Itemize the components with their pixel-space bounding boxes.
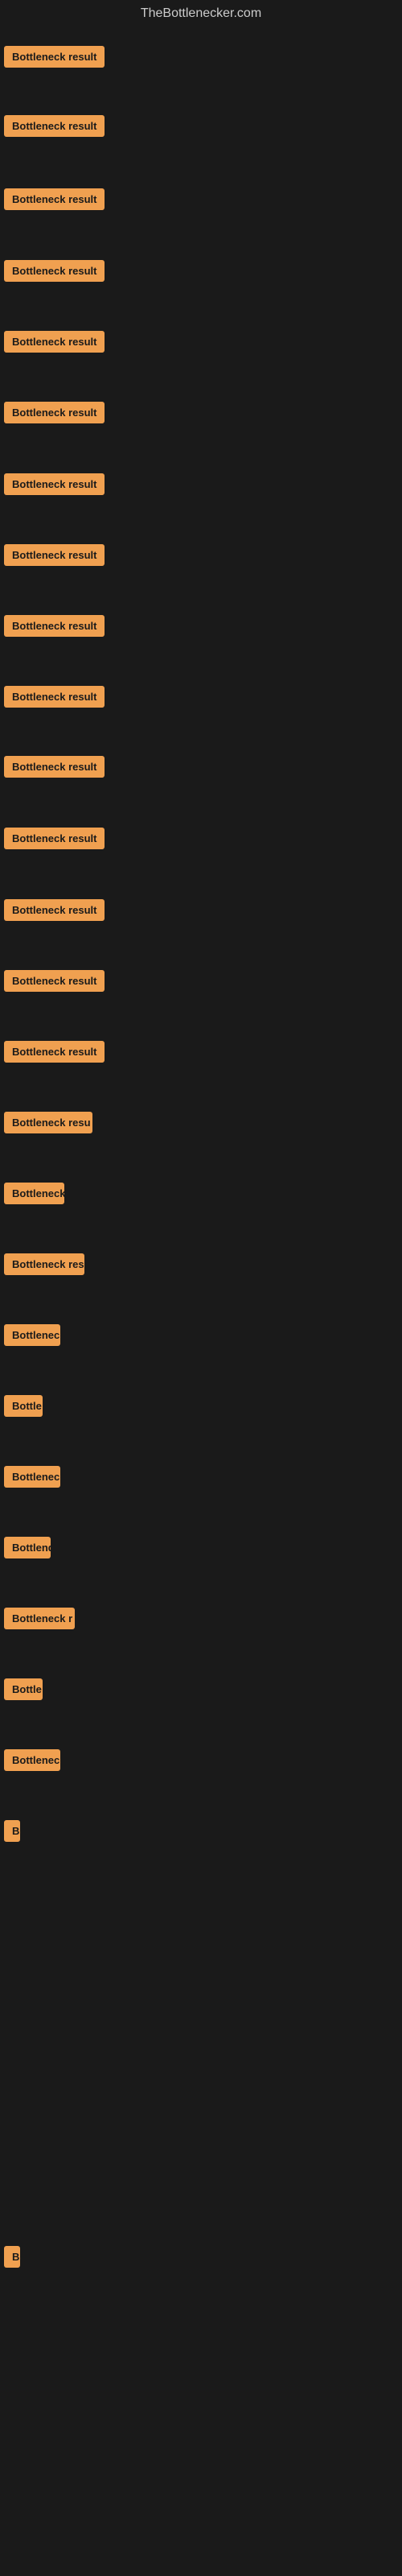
bottleneck-badge[interactable]: Bottlend: [4, 1537, 51, 1558]
bottleneck-badge[interactable]: Bottleneck resu: [4, 1112, 92, 1133]
bottleneck-item: Bottleneck result: [4, 615, 105, 641]
bottleneck-item: Bottleneck result: [4, 115, 105, 141]
bottleneck-item: Bottleneck result: [4, 970, 105, 996]
bottleneck-item: Bottleneck result: [4, 828, 105, 853]
bottleneck-badge[interactable]: Bottleneck result: [4, 686, 105, 708]
bottleneck-item: Bottleneck result: [4, 188, 105, 214]
bottleneck-badge[interactable]: Bottleneck result: [4, 115, 105, 137]
bottleneck-item: Bottle: [4, 1395, 43, 1421]
bottleneck-item: Bottleneck r: [4, 1608, 75, 1633]
bottleneck-item: Bottlenec: [4, 1324, 60, 1350]
bottleneck-badge[interactable]: Bottlenec: [4, 1466, 60, 1488]
bottleneck-item: Bottlenec: [4, 1466, 60, 1492]
bottleneck-item: Bottle: [4, 1678, 43, 1704]
bottleneck-badge[interactable]: Bottleneck res: [4, 1253, 84, 1275]
bottleneck-badge[interactable]: Bottleneck result: [4, 260, 105, 282]
bottleneck-item: B: [4, 1820, 20, 1846]
bottleneck-badge[interactable]: Bottleneck result: [4, 402, 105, 423]
bottleneck-item: Bottleneck result: [4, 402, 105, 427]
bottleneck-badge[interactable]: Bottle: [4, 1678, 43, 1700]
bottleneck-badge[interactable]: Bottlenec: [4, 1749, 60, 1771]
bottleneck-badge[interactable]: Bottleneck result: [4, 331, 105, 353]
site-title: TheBottlenecker.com: [0, 0, 402, 27]
bottleneck-item: Bottleneck result: [4, 473, 105, 499]
bottleneck-item: Bottleneck result: [4, 331, 105, 357]
bottleneck-item: Bottleneck resu: [4, 1112, 92, 1137]
bottleneck-badge[interactable]: Bottleneck result: [4, 46, 105, 68]
bottleneck-badge[interactable]: Bottleneck result: [4, 899, 105, 921]
bottleneck-item: Bottleneck result: [4, 1041, 105, 1067]
bottleneck-badge[interactable]: Bottleneck result: [4, 615, 105, 637]
bottleneck-item: Bottleneck res: [4, 1253, 84, 1279]
bottleneck-badge[interactable]: Bottlenec: [4, 1324, 60, 1346]
bottleneck-badge[interactable]: Bottleneck result: [4, 970, 105, 992]
bottleneck-item: Bottleneck result: [4, 756, 105, 782]
bottleneck-badge[interactable]: B: [4, 1820, 20, 1842]
bottleneck-item: Bottleneck result: [4, 899, 105, 925]
bottleneck-item: Bottleneck: [4, 1183, 64, 1208]
bottleneck-badge[interactable]: Bottleneck result: [4, 188, 105, 210]
bottleneck-item: Bottleneck result: [4, 544, 105, 570]
bottleneck-badge[interactable]: Bottleneck result: [4, 1041, 105, 1063]
bottleneck-badge[interactable]: Bottle: [4, 1395, 43, 1417]
bottleneck-badge[interactable]: Bottleneck r: [4, 1608, 75, 1629]
bottleneck-item: Bottlend: [4, 1537, 51, 1563]
bottleneck-item: B: [4, 2246, 20, 2272]
bottleneck-badge[interactable]: Bottleneck result: [4, 544, 105, 566]
bottleneck-badge[interactable]: Bottleneck result: [4, 756, 105, 778]
bottleneck-badge[interactable]: Bottleneck result: [4, 828, 105, 849]
bottleneck-badge[interactable]: Bottleneck: [4, 1183, 64, 1204]
bottleneck-item: Bottleneck result: [4, 686, 105, 712]
bottleneck-badge[interactable]: B: [4, 2246, 20, 2268]
bottleneck-item: Bottleneck result: [4, 46, 105, 72]
bottleneck-badge[interactable]: Bottleneck result: [4, 473, 105, 495]
bottleneck-item: Bottlenec: [4, 1749, 60, 1775]
bottleneck-item: Bottleneck result: [4, 260, 105, 286]
site-header: TheBottlenecker.com: [0, 0, 402, 27]
